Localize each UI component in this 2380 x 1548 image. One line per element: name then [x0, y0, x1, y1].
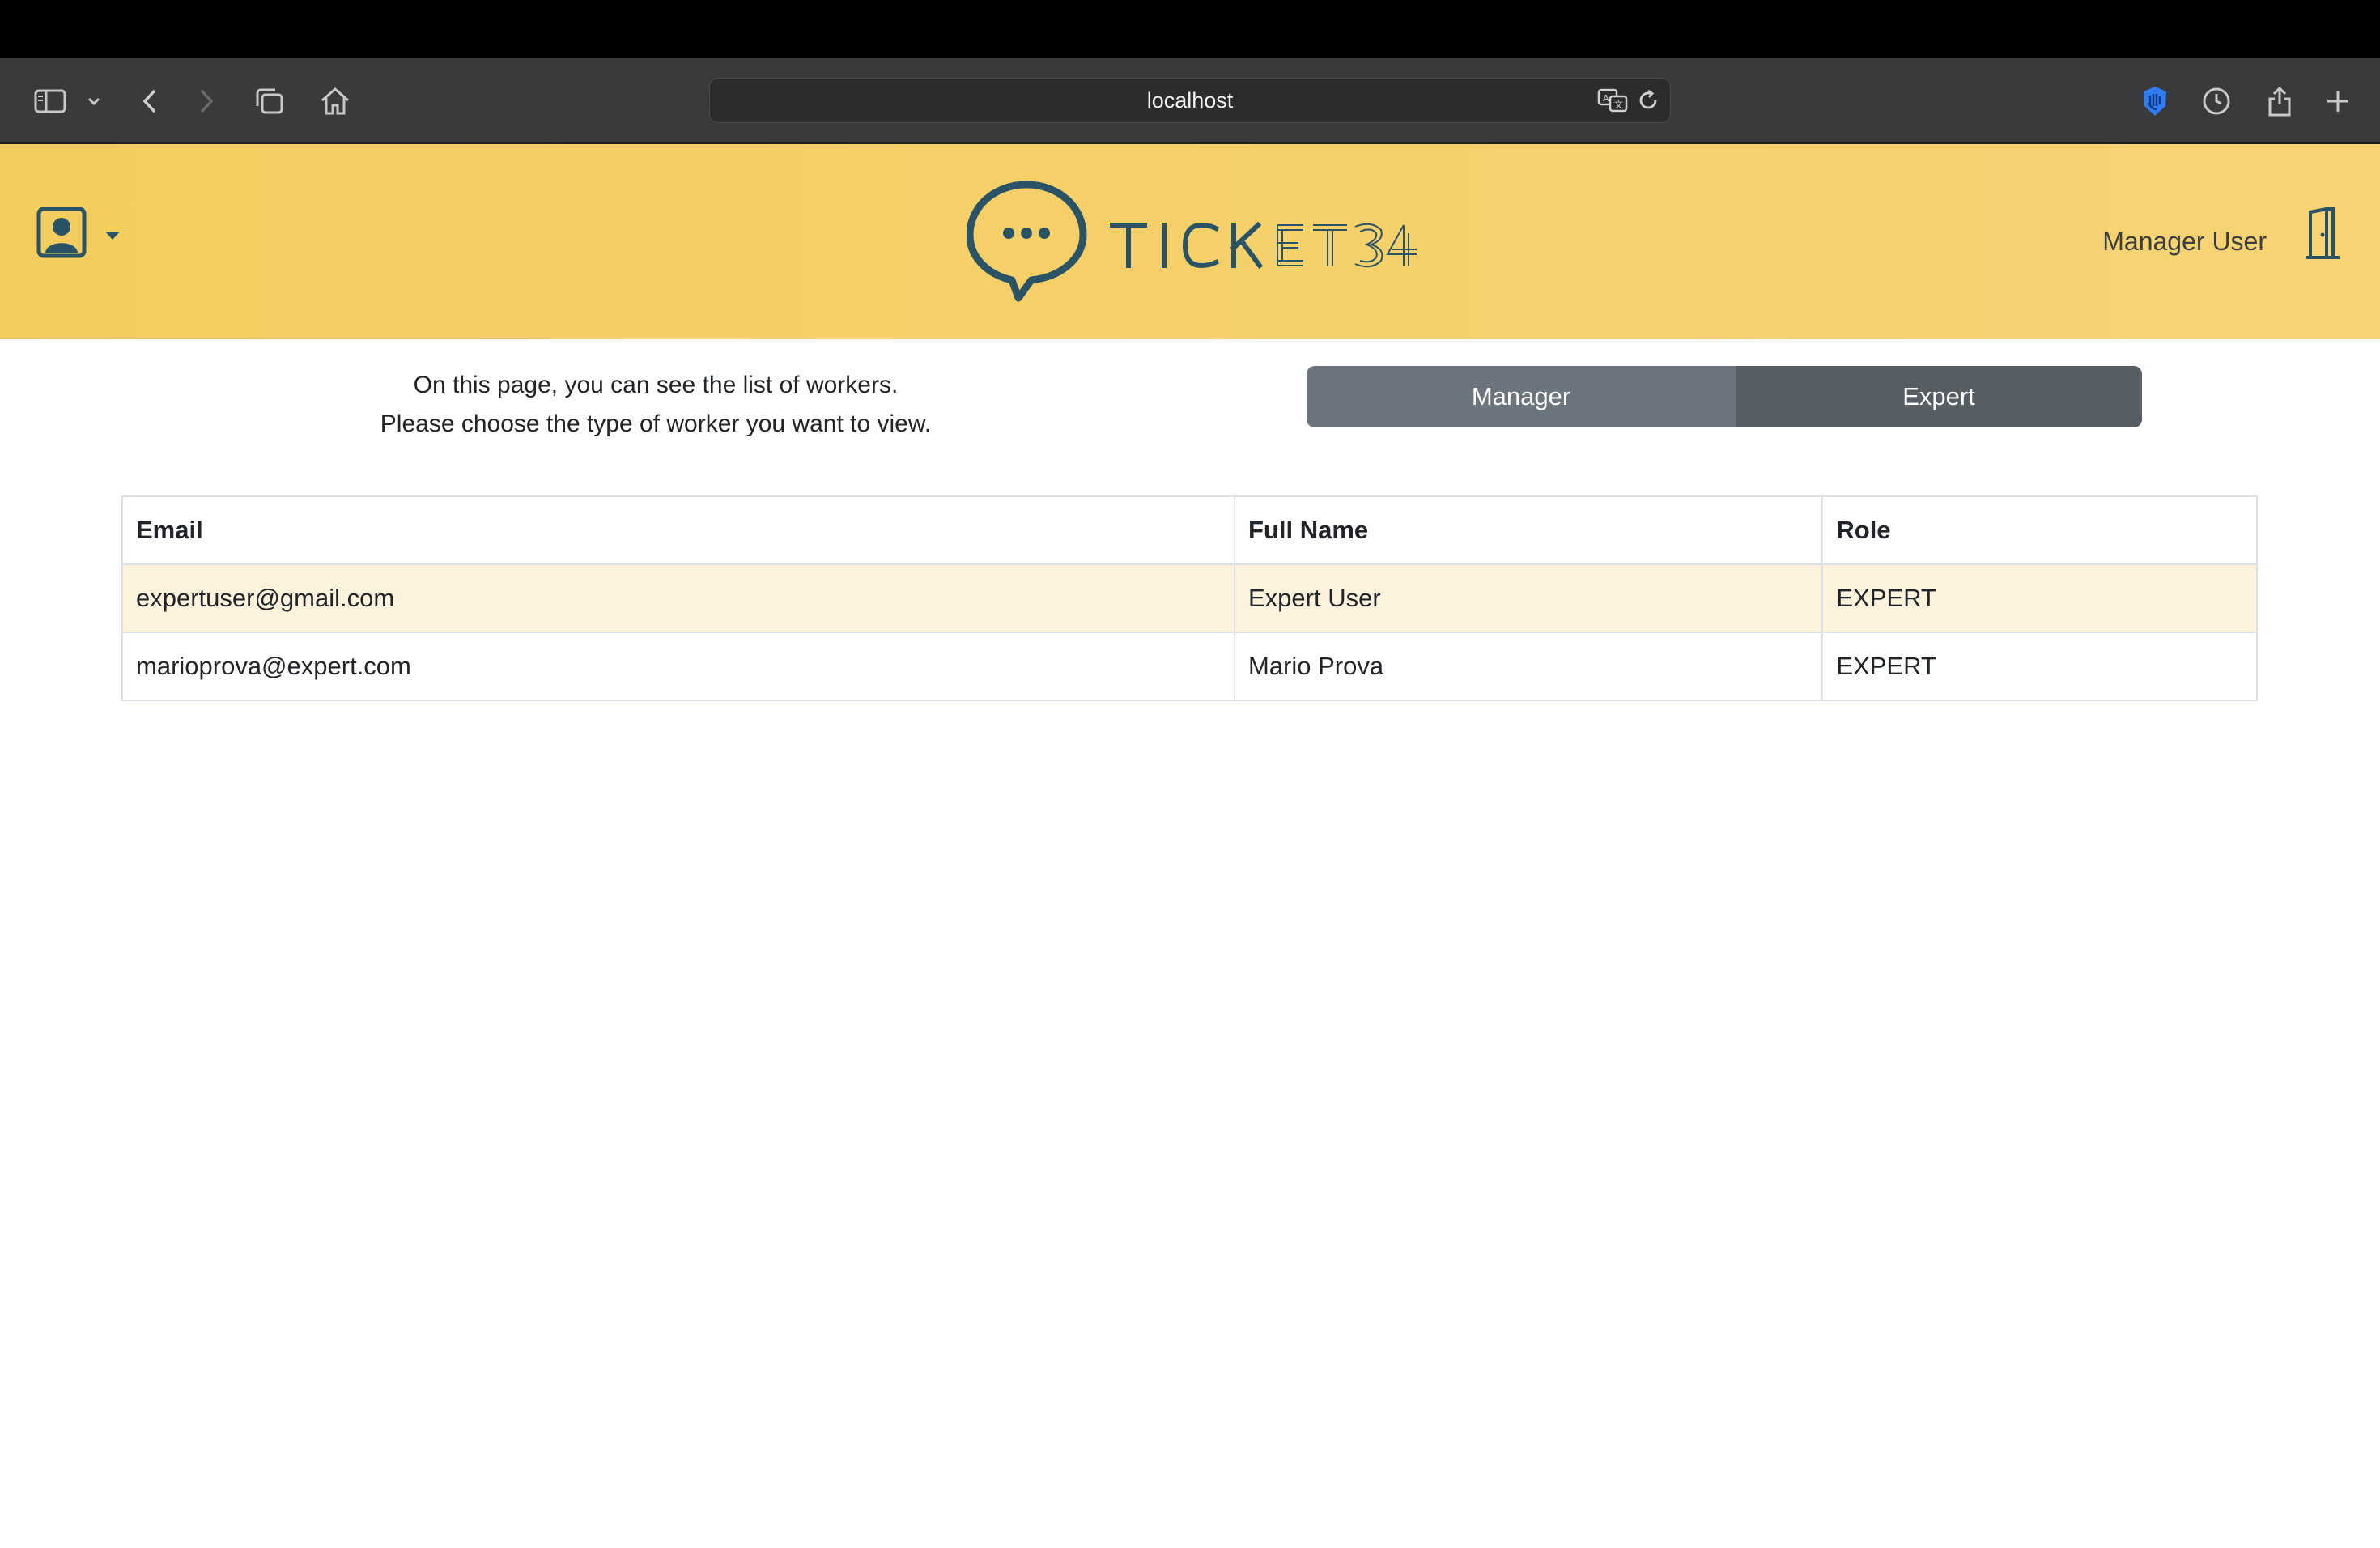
- page-intro: On this page, you can see the list of wo…: [308, 366, 1004, 444]
- role-cell: EXPERT: [1821, 563, 2258, 633]
- full-name-cell: Expert User: [1233, 563, 1824, 633]
- chat-bubble-logo-icon: [966, 181, 1417, 302]
- svg-text:A: A: [1603, 93, 1609, 104]
- tabs-overview-icon[interactable]: [253, 58, 287, 144]
- worker-type-toggle: Manager Expert: [1307, 366, 2142, 427]
- chevron-down-icon[interactable]: [83, 58, 105, 144]
- new-tab-icon[interactable]: [2322, 58, 2354, 144]
- column-header-email[interactable]: Email: [121, 495, 1235, 565]
- ticket34-logo: [966, 180, 1420, 310]
- reload-icon[interactable]: [1636, 88, 1660, 117]
- svg-text:文: 文: [1614, 99, 1623, 110]
- expert-tab-button[interactable]: Expert: [1736, 366, 2142, 427]
- extension-shield-icon[interactable]: [2137, 58, 2173, 144]
- table-header-row: Email Full Name Role: [121, 495, 2258, 565]
- column-header-role[interactable]: Role: [1821, 495, 2258, 565]
- intro-line-1: On this page, you can see the list of wo…: [413, 372, 899, 398]
- logout-door-icon[interactable]: [2301, 206, 2344, 265]
- address-bar[interactable]: localhost A文: [709, 78, 1671, 123]
- back-icon[interactable]: [136, 58, 164, 144]
- url-text: localhost: [1146, 88, 1234, 113]
- forward-icon[interactable]: [193, 58, 220, 144]
- screen-top-bar: [0, 0, 2380, 58]
- sidebar-icon[interactable]: [31, 58, 70, 144]
- manager-tab-button[interactable]: Manager: [1307, 366, 1736, 427]
- intro-line-2: Please choose the type of worker you wan…: [380, 410, 932, 437]
- share-icon[interactable]: [2263, 58, 2296, 144]
- caret-down-icon: [105, 232, 120, 240]
- translate-icon[interactable]: A文: [1597, 87, 1628, 118]
- browser-toolbar: localhost A文: [0, 58, 2380, 144]
- home-icon[interactable]: [317, 58, 353, 144]
- email-cell: expertuser@gmail.com: [121, 563, 1235, 633]
- table-row[interactable]: expertuser@gmail.com Expert User EXPERT: [121, 563, 2258, 633]
- user-menu-button[interactable]: [36, 206, 126, 263]
- table-row[interactable]: marioprova@expert.com Mario Prova EXPERT: [121, 632, 2258, 701]
- column-header-full-name[interactable]: Full Name: [1233, 495, 1824, 565]
- app-header: Manager User: [0, 144, 2380, 339]
- email-cell: marioprova@expert.com: [121, 632, 1235, 701]
- workers-table: Email Full Name Role expertuser@gmail.co…: [121, 495, 2258, 701]
- full-name-cell: Mario Prova: [1233, 632, 1824, 701]
- current-user-name: Manager User: [2102, 227, 2267, 256]
- role-cell: EXPERT: [1821, 632, 2258, 701]
- history-icon[interactable]: [2200, 58, 2233, 144]
